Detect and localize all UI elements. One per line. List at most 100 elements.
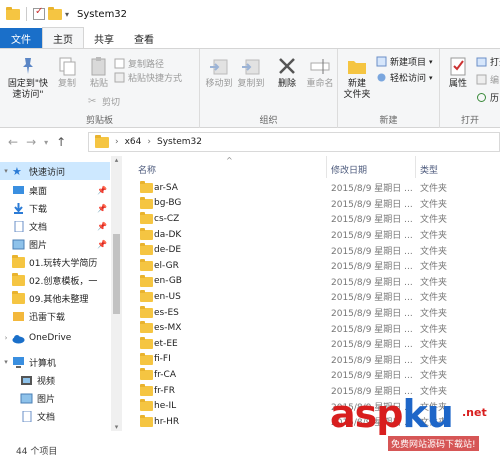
sidebar-item-downloads[interactable]: 下载 📌 <box>0 199 110 217</box>
sidebar-item-computer[interactable]: ▾ 计算机 <box>0 353 110 371</box>
quick-access-toolbar: ▾ <box>6 6 69 21</box>
recent-chevron-icon[interactable]: ▾ <box>44 138 48 147</box>
properties-check-icon[interactable] <box>33 6 45 20</box>
new-item-button[interactable]: 新建项目 ▾ <box>376 55 433 68</box>
paste-shortcut-button[interactable]: 粘贴快捷方式 <box>114 71 182 84</box>
sidebar-item-computer-pictures[interactable]: 图片 <box>0 389 110 407</box>
column-divider[interactable] <box>326 156 327 178</box>
cut-button[interactable]: ✂ 剪切 <box>88 95 120 108</box>
sidebar-item-quick-access[interactable]: ▾ ★ 快速访问 <box>0 162 110 180</box>
rename-button[interactable]: 重命名 <box>304 55 336 90</box>
properties-button[interactable]: 属性 <box>444 55 472 90</box>
divider <box>26 7 27 21</box>
edit-button[interactable]: 编 <box>476 73 499 86</box>
pin-icon[interactable]: 📌 <box>97 240 107 249</box>
tab-home[interactable]: 主页 <box>42 27 84 48</box>
copy-to-icon <box>240 55 262 77</box>
sidebar-item-documents[interactable]: 文档 📌 <box>0 217 110 235</box>
sidebar-item-label: 快速访问 <box>29 167 66 178</box>
sidebar-item-folder-09[interactable]: 09.其他未整理 <box>0 289 110 307</box>
chevron-down-icon[interactable]: ▾ <box>0 358 12 366</box>
table-row[interactable]: en-US 2015/8/9 星期日 ... 文件夹 <box>122 289 500 305</box>
ribbon-tabs: 文件 主页 共享 查看 <box>0 27 500 48</box>
rename-label: 重命名 <box>306 79 334 89</box>
sidebar-item-xunlei[interactable]: 迅雷下载 <box>0 307 110 325</box>
table-row[interactable]: el-GR 2015/8/9 星期日 ... 文件夹 <box>122 258 500 274</box>
table-row[interactable]: fi-FI 2015/8/9 星期日 ... 文件夹 <box>122 352 500 368</box>
table-row[interactable]: es-ES 2015/8/9 星期日 ... 文件夹 <box>122 305 500 321</box>
sidebar-item-onedrive[interactable]: › OneDrive <box>0 329 110 347</box>
folder-icon <box>12 290 25 304</box>
address-bar[interactable]: › x64 › System32 <box>88 132 500 152</box>
sidebar-item-computer-documents[interactable]: 文档 <box>0 407 110 425</box>
move-to-button[interactable]: 移动到 <box>204 55 234 90</box>
file-name: fr-FR <box>154 385 175 396</box>
table-row[interactable]: ar-SA 2015/8/9 星期日 ... 文件夹 <box>122 180 500 196</box>
column-header-date[interactable]: 修改日期 <box>331 158 367 180</box>
tab-view[interactable]: 查看 <box>124 28 164 48</box>
file-date: 2015/8/9 星期日 ... <box>331 371 413 382</box>
scroll-up-icon[interactable]: ▴ <box>111 156 122 164</box>
scroll-down-icon[interactable]: ▾ <box>111 423 122 431</box>
sidebar-item-pictures[interactable]: 图片 📌 <box>0 235 110 253</box>
sidebar-item-folder-01[interactable]: 01.玩转大学简历 <box>0 253 110 271</box>
open-button[interactable]: 打开 <box>476 55 500 68</box>
file-type: 文件夹 <box>420 246 448 257</box>
chevron-down-icon[interactable]: ▾ <box>65 10 69 19</box>
copy-to-button[interactable]: 复制到 <box>236 55 266 90</box>
document-icon <box>20 410 33 422</box>
history-button[interactable]: 历 <box>476 91 499 104</box>
table-row[interactable]: es-MX 2015/8/9 星期日 ... 文件夹 <box>122 320 500 336</box>
column-header-type[interactable]: 类型 <box>420 158 438 180</box>
easy-access-label: 轻松访问 <box>390 74 427 84</box>
pin-icon[interactable]: 📌 <box>97 186 107 195</box>
pin-quick-access-button[interactable]: 固定到"快速访问" <box>6 55 50 101</box>
pin-icon[interactable]: 📌 <box>97 204 107 213</box>
delete-x-icon <box>276 55 298 77</box>
column-divider[interactable] <box>415 156 416 178</box>
chevron-right-icon[interactable]: › <box>0 334 12 342</box>
watermark-brand: aspku <box>330 392 454 436</box>
file-type: 文件夹 <box>420 262 448 273</box>
tab-share[interactable]: 共享 <box>84 28 124 48</box>
sidebar-scroll-thumb[interactable] <box>113 234 120 314</box>
sidebar-item-desktop[interactable]: 桌面 📌 <box>0 181 110 199</box>
navigation-bar: ← → ▾ ↑ › x64 › System32 <box>0 128 500 156</box>
breadcrumb-separator: › <box>147 137 151 147</box>
new-folder-icon[interactable] <box>48 6 62 20</box>
file-date: 2015/8/9 星期日 ... <box>331 277 413 288</box>
sidebar-item-label: 02.创意模板，一 <box>29 276 98 287</box>
table-row[interactable]: en-GB 2015/8/9 星期日 ... 文件夹 <box>122 274 500 290</box>
table-row[interactable]: cs-CZ 2015/8/9 星期日 ... 文件夹 <box>122 211 500 227</box>
back-arrow-icon[interactable]: ← <box>8 135 18 149</box>
easy-access-button[interactable]: 轻松访问 ▾ <box>376 71 433 84</box>
paste-button[interactable]: 粘贴 <box>84 55 114 90</box>
file-name: he-IL <box>154 401 177 412</box>
up-arrow-icon[interactable]: ↑ <box>56 135 66 149</box>
copy-button[interactable]: 复制 <box>52 55 82 90</box>
new-folder-button[interactable]: 新建 文件夹 <box>342 55 372 101</box>
pin-icon[interactable]: 📌 <box>97 222 107 231</box>
chevron-down-icon[interactable]: ▾ <box>0 167 12 175</box>
table-row[interactable]: et-EE 2015/8/9 星期日 ... 文件夹 <box>122 336 500 352</box>
new-folder-icon <box>346 55 368 77</box>
delete-button[interactable]: 删除 <box>272 55 302 90</box>
file-name: fr-CA <box>154 369 176 380</box>
sidebar-item-folder-02[interactable]: 02.创意模板，一 <box>0 271 110 289</box>
table-row[interactable]: fr-CA 2015/8/9 星期日 ... 文件夹 <box>122 367 500 383</box>
table-row[interactable]: da-DK 2015/8/9 星期日 ... 文件夹 <box>122 227 500 243</box>
chevron-down-icon: ▾ <box>429 57 433 66</box>
sidebar-item-label: 图片 <box>37 394 56 405</box>
copy-path-button[interactable]: 复制路径 <box>114 57 164 70</box>
column-header-name[interactable]: 名称 <box>138 158 156 180</box>
sidebar-item-videos[interactable]: 视频 <box>0 371 110 389</box>
breadcrumb-x64[interactable]: x64 <box>125 137 142 147</box>
folder-icon <box>95 134 109 148</box>
table-row[interactable]: bg-BG 2015/8/9 星期日 ... 文件夹 <box>122 196 500 212</box>
file-date: 2015/8/9 星期日 ... <box>331 293 413 304</box>
tab-file[interactable]: 文件 <box>0 28 42 48</box>
forward-arrow-icon[interactable]: → <box>26 135 36 149</box>
breadcrumb-system32[interactable]: System32 <box>157 137 202 147</box>
table-row[interactable]: de-DE 2015/8/9 星期日 ... 文件夹 <box>122 242 500 258</box>
sidebar-scrollbar[interactable]: ▴ ▾ <box>111 156 122 431</box>
